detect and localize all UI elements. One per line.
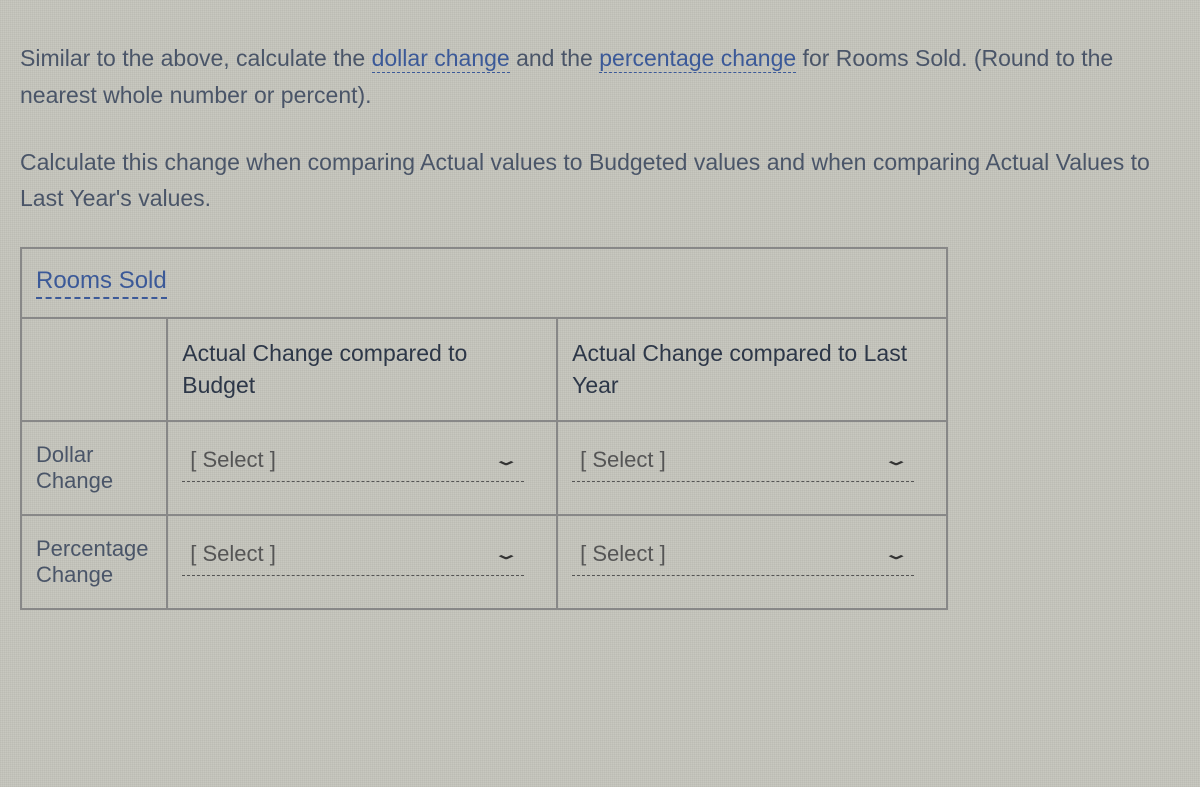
- dollar-budget-select[interactable]: [ Select ] ⌄: [182, 442, 524, 482]
- title-cell: Rooms Sold: [21, 248, 947, 318]
- chevron-down-icon: ⌄: [883, 451, 909, 468]
- dollar-change-row: Dollar Change [ Select ] ⌄ [ Select ] ⌄: [21, 421, 947, 515]
- instructions-block-2: Calculate this change when comparing Act…: [20, 144, 1180, 218]
- select-placeholder: [ Select ]: [190, 447, 276, 473]
- select-placeholder: [ Select ]: [190, 541, 276, 567]
- percentage-lastyear-cell: [ Select ] ⌄: [557, 515, 947, 609]
- percentage-change-row: Percentage Change [ Select ] ⌄ [ Select …: [21, 515, 947, 609]
- text-fragment: and the: [510, 45, 600, 71]
- select-placeholder: [ Select ]: [580, 447, 666, 473]
- chevron-down-icon: ⌄: [493, 545, 519, 562]
- percentage-budget-select[interactable]: [ Select ] ⌄: [182, 536, 524, 576]
- dollar-change-label: Dollar Change: [21, 421, 167, 515]
- table-title: Rooms Sold: [36, 267, 167, 299]
- header-budget: Actual Change compared to Budget: [167, 318, 557, 420]
- rooms-sold-table: Rooms Sold Actual Change compared to Bud…: [20, 247, 948, 609]
- chevron-down-icon: ⌄: [883, 545, 909, 562]
- select-placeholder: [ Select ]: [580, 541, 666, 567]
- link-percentage-change[interactable]: percentage change: [599, 45, 796, 73]
- header-row: Actual Change compared to Budget Actual …: [21, 318, 947, 420]
- instructions-block-1: Similar to the above, calculate the doll…: [20, 40, 1180, 114]
- percentage-lastyear-select[interactable]: [ Select ] ⌄: [572, 536, 914, 576]
- empty-header: [21, 318, 167, 420]
- percentage-change-label: Percentage Change: [21, 515, 167, 609]
- dollar-lastyear-select[interactable]: [ Select ] ⌄: [572, 442, 914, 482]
- dollar-lastyear-cell: [ Select ] ⌄: [557, 421, 947, 515]
- instruction-line-1: Similar to the above, calculate the doll…: [20, 40, 1180, 114]
- instruction-line-2: Calculate this change when comparing Act…: [20, 144, 1180, 218]
- link-dollar-change[interactable]: dollar change: [372, 45, 510, 73]
- chevron-down-icon: ⌄: [493, 451, 519, 468]
- title-row: Rooms Sold: [21, 248, 947, 318]
- percentage-budget-cell: [ Select ] ⌄: [167, 515, 557, 609]
- text-fragment: Similar to the above, calculate the: [20, 45, 372, 71]
- header-lastyear: Actual Change compared to Last Year: [557, 318, 947, 420]
- dollar-budget-cell: [ Select ] ⌄: [167, 421, 557, 515]
